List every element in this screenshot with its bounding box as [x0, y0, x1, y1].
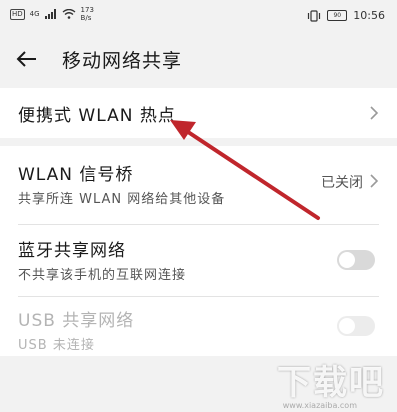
bt-row[interactable]: 蓝牙共享网络 不共享该手机的互联网连接	[0, 226, 397, 290]
status-right: 90 10:56	[307, 9, 385, 22]
watermark-logo: 下载吧	[277, 363, 385, 403]
hotspot-row[interactable]: 便携式 WLAN 热点	[0, 88, 397, 138]
clock: 10:56	[353, 9, 385, 22]
app-header: 移动网络共享	[0, 36, 397, 84]
net-speed: 173 B/s	[81, 6, 94, 22]
usb-toggle[interactable]	[337, 316, 375, 336]
bt-toggle[interactable]	[337, 250, 375, 270]
status-left: HD 4G 173 B/s	[10, 6, 94, 22]
hd-badge: HD	[10, 8, 25, 20]
bridge-label: WLAN 信号桥	[18, 165, 134, 185]
divider	[18, 296, 379, 297]
chevron-right-icon	[370, 106, 379, 120]
network-type: 4G	[29, 10, 40, 18]
status-bar: HD 4G 173 B/s 90 10:56	[0, 0, 397, 36]
wifi-icon	[62, 9, 75, 19]
back-arrow-icon[interactable]	[14, 46, 40, 72]
signal-icon	[44, 9, 56, 19]
battery-icon: 90	[327, 10, 348, 21]
usb-row[interactable]: USB 共享网络 USB 未连接	[0, 298, 397, 356]
settings-card: WLAN 信号桥 共享所连 WLAN 网络给其他设备 已关闭 蓝牙共享网络 不共…	[0, 146, 397, 356]
bridge-status: 已关闭	[321, 175, 363, 191]
net-speed-value: 173	[80, 6, 94, 14]
bt-label: 蓝牙共享网络	[18, 241, 126, 261]
net-speed-unit: B/s	[80, 14, 92, 22]
hotspot-label: 便携式 WLAN 热点	[18, 106, 176, 126]
bridge-subtitle: 共享所连 WLAN 网络给其他设备	[18, 192, 226, 207]
bt-subtitle: 不共享该手机的互联网连接	[18, 268, 187, 283]
divider	[18, 224, 379, 225]
usb-label: USB 共享网络	[18, 311, 135, 331]
usb-subtitle: USB 未连接	[18, 338, 95, 353]
page-title: 移动网络共享	[62, 50, 183, 72]
vibrate-icon	[308, 9, 321, 22]
watermark-url: www.xiazaiba.com	[282, 401, 357, 410]
chevron-right-icon	[370, 174, 379, 188]
bridge-row[interactable]: WLAN 信号桥 共享所连 WLAN 网络给其他设备 已关闭	[0, 146, 397, 216]
